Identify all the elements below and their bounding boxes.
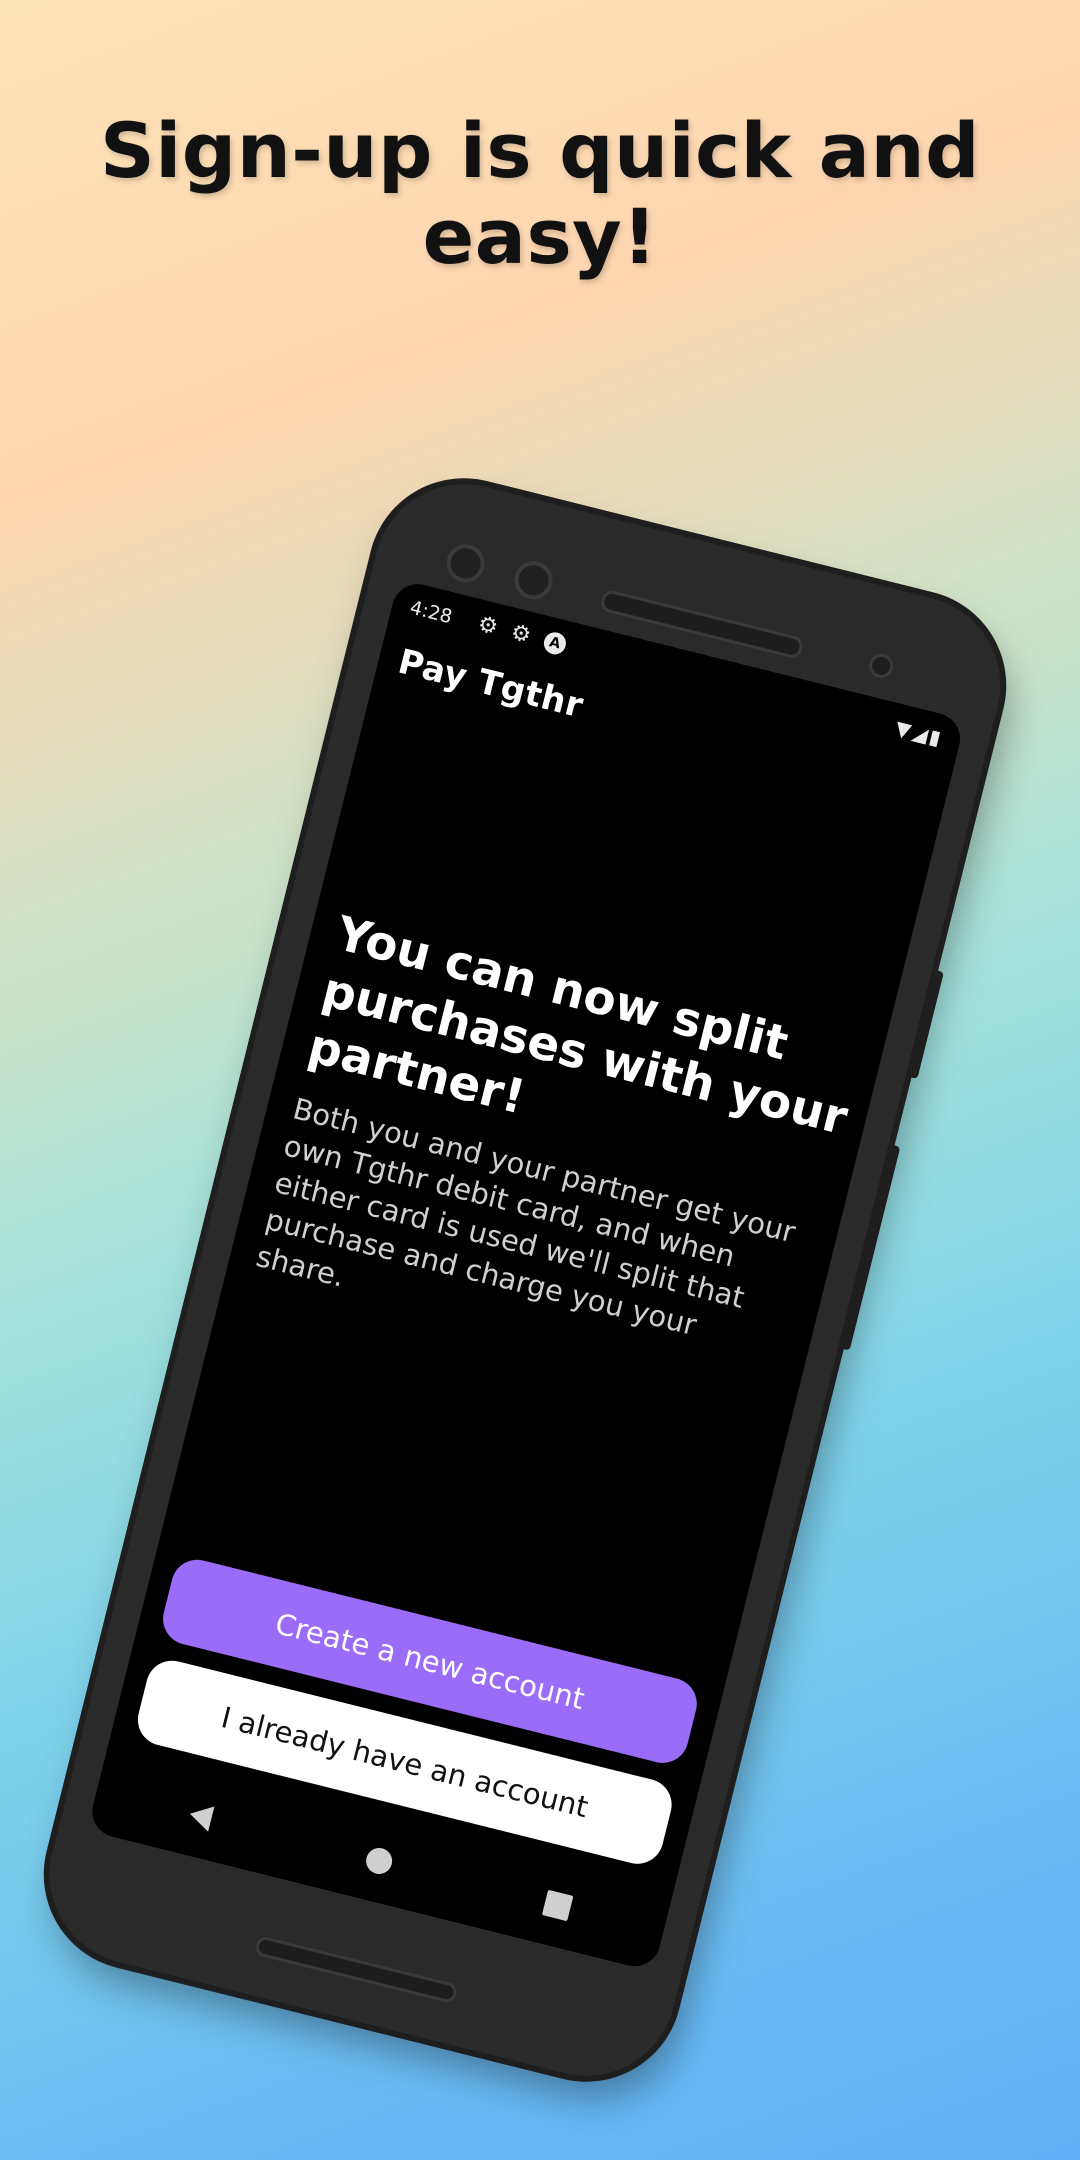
status-indicators: ▼◢▮ — [893, 716, 945, 751]
phone-frame: 4:28 ⚙ ⚙ A ▼◢▮ Pay Tgthr You can now spl… — [30, 465, 1020, 2095]
promo-headline: Sign-up is quick and easy! — [100, 106, 980, 281]
status-time: 4:28 — [407, 596, 455, 629]
phone-mockup: 4:28 ⚙ ⚙ A ▼◢▮ Pay Tgthr You can now spl… — [30, 465, 1035, 2100]
gear-icon: ⚙ — [475, 611, 501, 641]
front-camera-icon — [442, 540, 489, 587]
app-screen: 4:28 ⚙ ⚙ A ▼◢▮ Pay Tgthr You can now spl… — [86, 578, 966, 1972]
power-button — [907, 969, 944, 1079]
back-icon[interactable] — [186, 1801, 215, 1832]
proximity-sensor — [866, 651, 896, 681]
bottom-speaker — [253, 1935, 459, 2005]
front-camera-icon — [510, 557, 557, 604]
gear-icon: ⚙ — [508, 619, 534, 649]
a-badge-icon: A — [541, 629, 569, 657]
recent-apps-icon[interactable] — [541, 1889, 574, 1922]
home-icon[interactable] — [363, 1845, 395, 1877]
